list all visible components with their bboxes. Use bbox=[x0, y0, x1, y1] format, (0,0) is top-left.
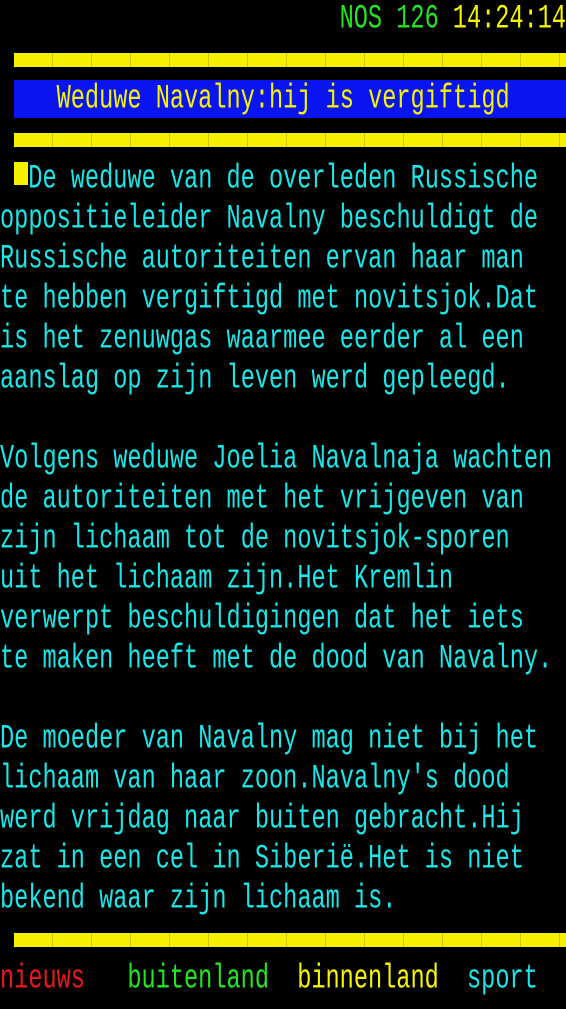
divider-bottom bbox=[14, 933, 566, 947]
nav-label: buitenland bbox=[127, 959, 269, 999]
nav-label: binnenland bbox=[297, 959, 439, 999]
clock-time: 14:24:14 bbox=[452, 0, 566, 39]
nav-label: nieuws bbox=[0, 959, 85, 999]
nav-label: sport bbox=[467, 959, 538, 999]
nav-link-nieuws[interactable]: nieuws bbox=[0, 960, 85, 1000]
page-title-text: Weduwe Navalny:hij is vergiftigd bbox=[56, 79, 510, 119]
article-line-text: bekend waar zijn lichaam is. bbox=[0, 879, 397, 919]
bullet-block-icon bbox=[14, 162, 28, 185]
nav-link-sport[interactable]: sport bbox=[467, 960, 538, 1000]
nav-link-binnenland[interactable]: binnenland bbox=[297, 960, 439, 1000]
divider-title bbox=[14, 133, 566, 147]
page-number: 126 bbox=[396, 0, 439, 39]
article-line: bekend waar zijn lichaam is. bbox=[0, 880, 396, 920]
divider-top bbox=[14, 53, 566, 67]
article-line-text: aanslag op zijn leven werd gepleegd. bbox=[0, 359, 510, 399]
article-line: aanslag op zijn leven werd gepleegd. bbox=[0, 360, 510, 400]
page-title: Weduwe Navalny:hij is vergiftigd bbox=[57, 80, 510, 120]
clock: 14:24:14 bbox=[453, 0, 566, 40]
service-name: NOS bbox=[339, 0, 383, 39]
article-line: te maken heeft met de dood van Navalny. bbox=[0, 640, 552, 680]
article-line-text: te maken heeft met de dood van Navalny. bbox=[0, 639, 553, 679]
header-service-page: NOS 126 bbox=[340, 0, 439, 40]
nav-link-buitenland[interactable]: buitenland bbox=[127, 960, 269, 1000]
